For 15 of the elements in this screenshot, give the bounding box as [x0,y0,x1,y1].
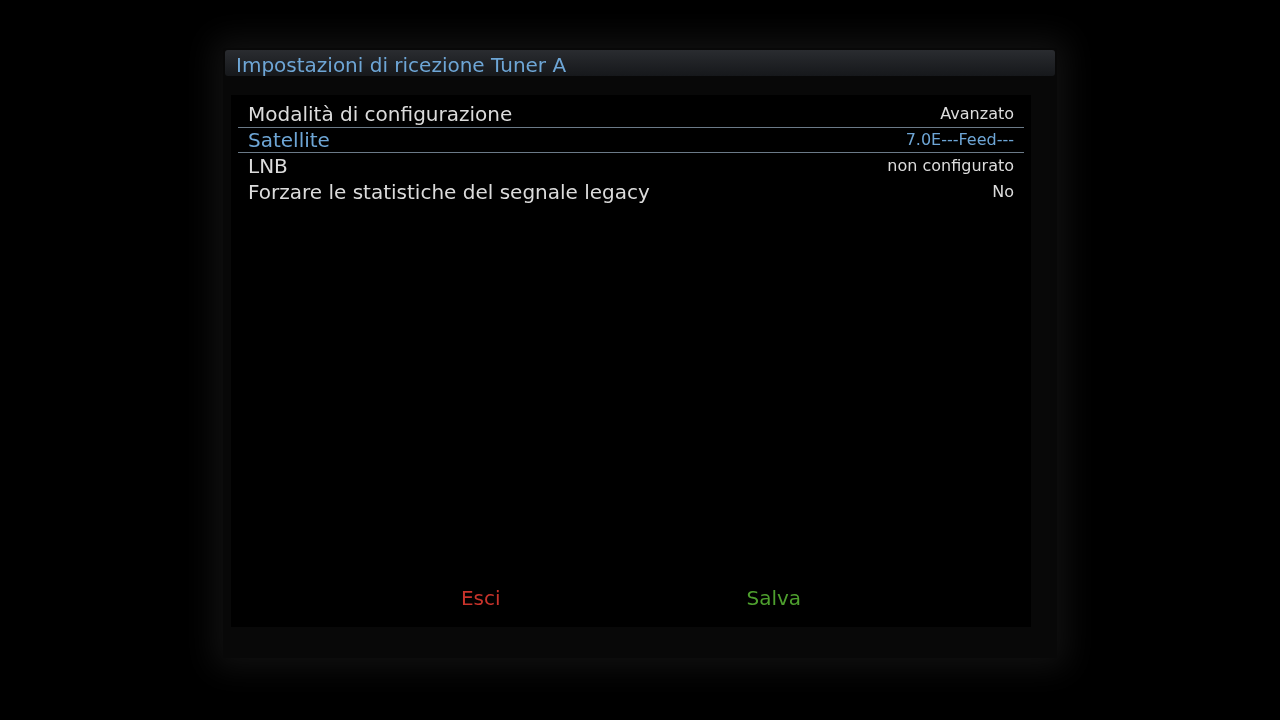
setting-value: non configurato [887,155,1014,177]
setting-row[interactable]: Forzare le statistiche del segnale legacy No [238,179,1024,205]
setting-label: LNB [248,153,288,180]
setting-row[interactable]: Modalità di configurazione Avanzato [238,101,1024,127]
setting-label: Satellite [248,127,330,154]
setting-value: Avanzato [940,103,1014,125]
color-key-button[interactable]: Esci [460,583,501,613]
setting-row[interactable]: Satellite 7.0E---Feed--- [238,127,1024,153]
window-title: Impostazioni di ricezione Tuner A [225,50,1055,76]
color-key-button[interactable]: Salva [746,583,802,613]
setting-row[interactable]: LNB non configurato [238,153,1024,179]
setting-value: No [992,181,1014,203]
setting-label: Forzare le statistiche del segnale legacy [248,179,650,206]
setting-label: Modalità di configurazione [248,101,513,128]
setting-value: 7.0E---Feed--- [905,129,1014,151]
